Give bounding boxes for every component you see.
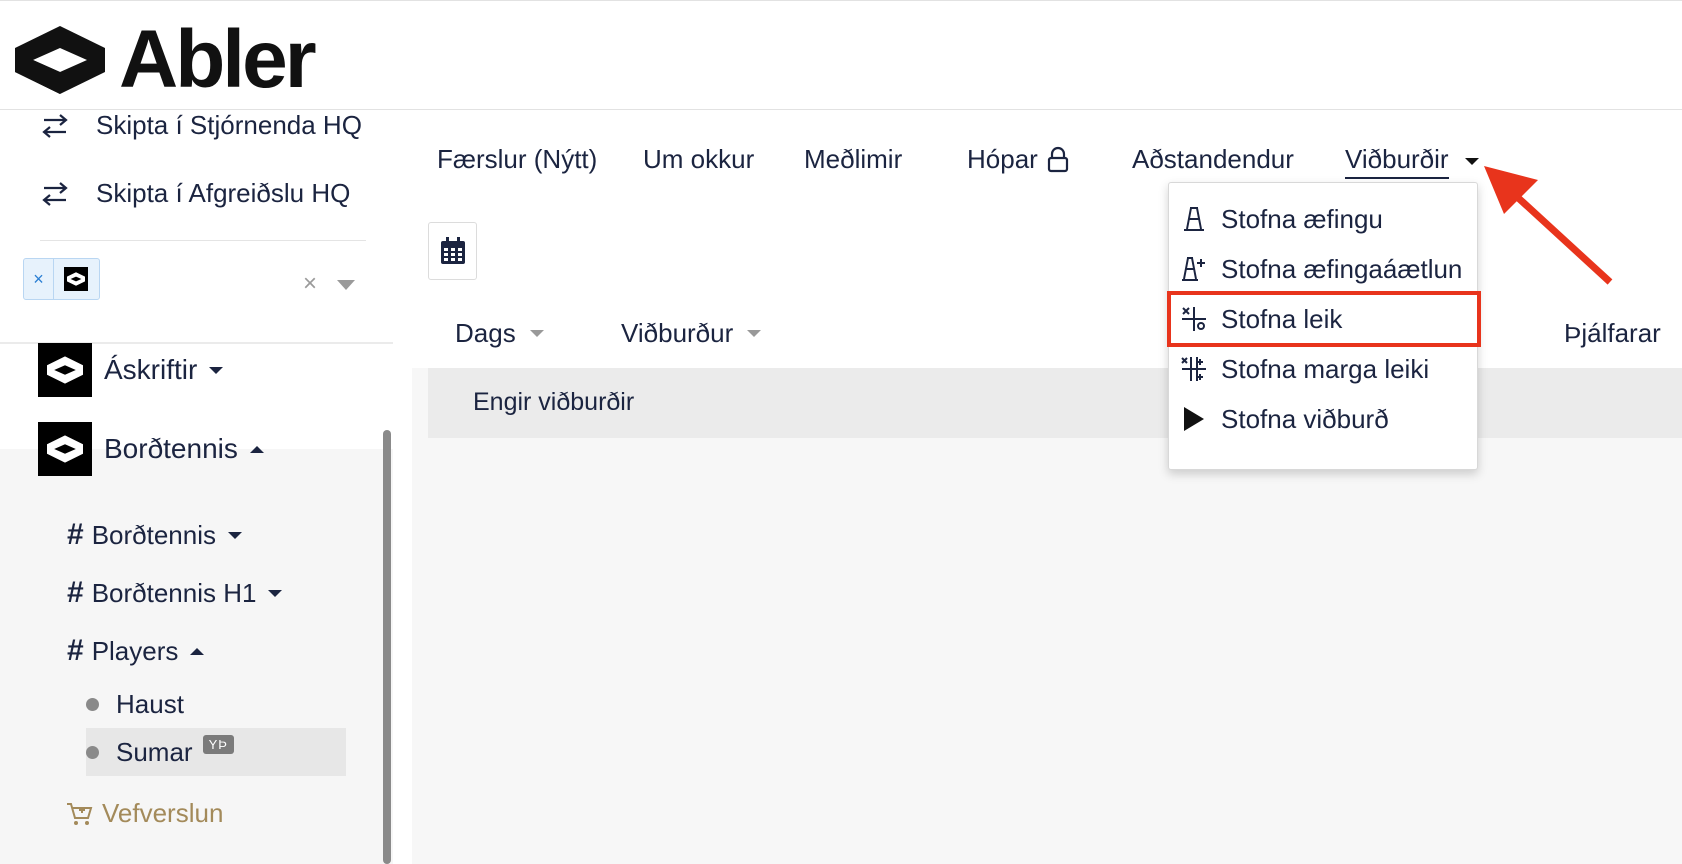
empty-state-text: Engir viðburðir [473,388,635,416]
chevron-down-icon [268,589,283,597]
multi-match-icon [1179,354,1209,384]
leaf-haust[interactable]: Haust [86,680,184,728]
chip-remove-button[interactable]: × [24,259,54,299]
selected-org-chip: × [23,258,100,300]
sidebar: Skipta í Stjórnenda HQ Skipta í Afgreiðs… [0,110,393,864]
column-label: Viðburður [621,318,734,348]
status-badge: YÞ [202,734,234,754]
chevron-up-icon [249,445,264,453]
bullet-icon [86,745,99,759]
cart-icon [67,802,93,825]
shop-label: Vefverslun [102,798,224,828]
abler-logo-icon [15,26,105,94]
brand-name: Abler [119,14,317,105]
cone-plus-icon [1179,254,1209,284]
chevron-down-icon [209,366,224,374]
tab-label: Hópar [967,144,1038,174]
bullet-icon [86,697,99,711]
hash-icon: # [67,518,84,551]
tab-label: Aðstandendur [1132,144,1294,174]
group-logo-icon [38,343,92,397]
top-header: Abler [0,0,1682,110]
menu-item-stofna-marga-leiki[interactable]: Stofna marga leiki [1169,343,1477,395]
switch-label: Skipta í Afgreiðslu HQ [96,178,351,208]
tab-vidburdir[interactable]: Viðburðir [1345,144,1479,179]
chevron-down-icon [228,531,242,539]
tab-hopar[interactable]: Hópar [967,144,1070,175]
calendar-icon [440,237,465,264]
empty-state-row: Engir viðburðir [428,368,1682,438]
events-dropdown-menu: Stofna æfingu Stofna æfingaáætlun Stofna… [1167,182,1481,470]
subgroup-label: Borðtennis H1 [91,577,257,608]
menu-item-label: Stofna æfingaáætlun [1221,253,1463,284]
abler-logo[interactable]: Abler [15,14,317,105]
table-header [412,310,1682,368]
column-label: Þjálfarar [1564,318,1661,348]
menu-item-label: Stofna leik [1221,303,1343,334]
sidebar-scrollbar[interactable] [383,430,391,864]
tab-label: Viðburðir [1345,144,1449,179]
match-icon [1179,304,1209,334]
tab-label: Færslur (Nýtt) [437,144,598,174]
menu-item-stofna-leik[interactable]: Stofna leik [1167,291,1481,347]
sort-icon [529,330,544,337]
switch-stjornenda-hq[interactable]: Skipta í Stjórnenda HQ [40,110,362,141]
column-dags[interactable]: Dags [455,318,544,349]
clear-filter-button[interactable]: × [303,270,317,298]
switch-label: Skipta í Stjórnenda HQ [96,110,362,140]
subgroup-label: Borðtennis [91,519,216,550]
group-label: Borðtennis [104,433,238,464]
leaf-sumar[interactable]: Sumar YÞ [86,728,346,776]
calendar-button[interactable] [428,222,477,280]
tab-faerslur[interactable]: Færslur (Nýtt) [437,144,597,175]
group-label: Áskriftir [104,354,198,385]
group-logo-icon [38,422,92,476]
shop-link[interactable]: Vefverslun [66,798,223,829]
hash-icon: # [67,634,84,667]
cone-icon [1179,204,1209,234]
switch-arrows-icon [42,113,68,138]
column-vidburdur[interactable]: Viðburður [621,318,762,349]
hash-icon: # [67,576,84,609]
chevron-up-icon [190,647,205,655]
switch-afgreidslu-hq[interactable]: Skipta í Afgreiðslu HQ [40,178,350,209]
column-label: Dags [455,318,516,348]
annotation-arrow-icon [1484,166,1613,285]
lock-icon [1047,146,1068,172]
tab-adstandendur[interactable]: Aðstandendur [1132,144,1294,175]
subgroup-players[interactable]: # Players [67,634,205,668]
menu-item-stofna-aefingu[interactable]: Stofna æfingu [1169,193,1477,245]
sort-icon [747,330,762,337]
group-askriftir[interactable]: Áskriftir [38,343,224,397]
tab-label: Um okkur [643,144,755,174]
filter-dropdown-icon[interactable] [337,280,355,290]
tab-medlimir[interactable]: Meðlimir [804,144,902,175]
tab-label: Meðlimir [804,144,903,174]
menu-item-label: Stofna viðburð [1221,403,1389,434]
switch-arrows-icon [42,181,68,206]
tab-um-okkur[interactable]: Um okkur [643,144,754,175]
leaf-label: Sumar [116,736,193,767]
group-bordtennis[interactable]: Borðtennis [38,422,264,476]
menu-item-label: Stofna marga leiki [1221,353,1430,384]
play-icon [1179,404,1209,434]
subgroup-label: Players [91,635,179,666]
subgroup-bordtennis[interactable]: # Borðtennis [67,518,242,552]
menu-item-label: Stofna æfingu [1221,203,1383,234]
menu-item-stofna-vidburd[interactable]: Stofna viðburð [1169,393,1477,445]
leaf-label: Haust [116,688,184,719]
subgroup-bordtennis-h1[interactable]: # Borðtennis H1 [67,576,283,610]
org-logo-icon [64,267,88,291]
menu-item-stofna-aefingaaaetlun[interactable]: Stofna æfingaáætlun [1169,243,1477,295]
column-thjalfarar[interactable]: Þjálfarar [1564,318,1661,349]
chevron-down-icon [1464,158,1479,165]
